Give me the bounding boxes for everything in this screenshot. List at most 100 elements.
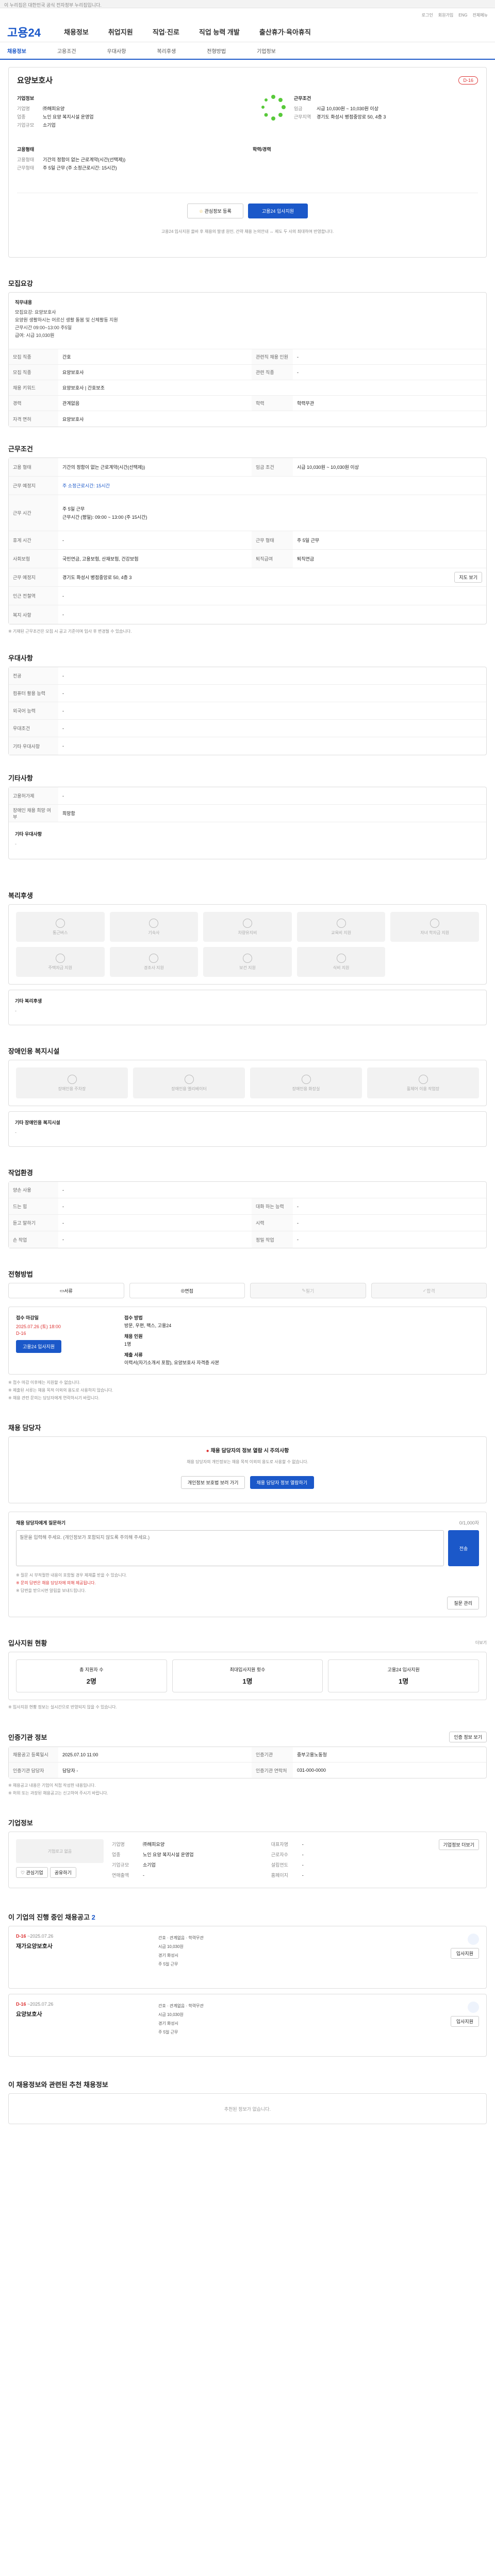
gnb-item-career[interactable]: 직업·진로 <box>153 27 179 37</box>
row-value: - <box>62 612 64 617</box>
row-value: 퇴직연금 <box>297 556 315 562</box>
job-card[interactable]: D-16 ~2025.07.26 요양보호사 간호 · 관계없음 · 학력무관 … <box>8 1994 487 2057</box>
login-link[interactable]: 로그인 <box>422 12 433 18</box>
job-card-apply-button[interactable]: 입사지원 <box>450 1948 479 1959</box>
company-like-button[interactable]: ♡ 관심기업 <box>16 1867 48 1878</box>
site-logo[interactable]: 고용24 <box>7 24 64 40</box>
job-card-title[interactable]: 요양보호사 <box>16 2010 150 2018</box>
all-menu-link[interactable]: 전체메뉴 <box>473 12 488 18</box>
company-share-button[interactable]: 공유하기 <box>50 1867 76 1878</box>
job-card-pay: 시급 10,030원 <box>158 2012 184 2017</box>
check-icon: ✓ <box>422 1287 427 1293</box>
info-button[interactable]: 인증 정보 보기 <box>449 1732 487 1742</box>
row-value: 031-000-0000 <box>297 1768 326 1773</box>
info-table: 채용공고 등록일시 2025.07.10 11:00 인증기관 중부고용노동청 인증기… <box>8 1747 487 1778</box>
row-key: 인증기관 <box>252 1747 293 1762</box>
welfare-item: 기숙사 <box>109 912 199 942</box>
disabled-other-label: 기타 장애인용 복지시설 <box>15 1120 60 1125</box>
row-key: 근무 예정지 <box>9 477 58 495</box>
section-title-conditions: 근무조건 <box>8 445 33 453</box>
row-value: - <box>62 1204 64 1209</box>
summary-card: 요양보호사 D-16 기업정보 기업명 ㈜해피요양 업종 노인 요양 복지시설 운영… <box>8 67 487 258</box>
inquiry-textarea[interactable] <box>16 1530 444 1566</box>
process-step: ✓ 합격 <box>371 1283 487 1298</box>
process-step: ▭ 서류 <box>8 1283 124 1298</box>
view-contact-button[interactable]: 채용 담당자 정보 열람하기 <box>250 1476 315 1489</box>
process-apply-button[interactable]: 고용24 입사지원 <box>16 1340 62 1353</box>
gnb-item-support[interactable]: 취업지원 <box>108 27 133 37</box>
row-key: 복지 사항 <box>9 605 58 624</box>
apply-button[interactable]: 고용24 입사지원 <box>248 204 308 218</box>
privacy-law-button[interactable]: 개인정보 보호법 보러 가기 <box>180 1476 245 1489</box>
row-key: 모집 직종 <box>9 365 58 380</box>
stats-more-link[interactable]: 더보기 <box>475 1639 487 1647</box>
loading-spinner-icon <box>258 93 289 124</box>
disabled-other-value: - <box>15 1130 16 1135</box>
welfare-item-label: 주택자금 지원 <box>48 965 72 970</box>
gov-notice-text: 이 누리집은 대한민국 공식 전자정부 누리집입니다. <box>4 3 102 8</box>
process-steps: ▭ 서류 ◎ 면접 ✎ 필기 ✓ 합격 <box>8 1283 487 1298</box>
row-key: 기업명 <box>112 1842 125 1847</box>
restroom-icon <box>301 1074 311 1084</box>
company-info-label: 기업정보 <box>17 96 35 101</box>
welfare-other-box: 기타 복리후생 - <box>8 990 487 1025</box>
welfare-other-value: - <box>15 1008 16 1013</box>
inquiry-manage-button[interactable]: 질문 관리 <box>447 1597 479 1609</box>
row-value: - <box>297 354 299 360</box>
company-more-button[interactable]: 기업정보 더보기 <box>438 1839 479 1850</box>
disabled-item-label: 휠체어 이용 작업장 <box>406 1086 440 1091</box>
job-card-tag: 학력무관 <box>188 2004 204 2008</box>
row-value: 희망함 <box>62 811 75 816</box>
row-value: - <box>62 690 64 696</box>
welfare-item-label: 자녀 학자금 지원 <box>420 930 450 935</box>
welfare-other-label: 기타 복리후생 <box>15 998 42 1004</box>
job-card-date: ~2025.07.26 <box>27 1934 54 1939</box>
row-key: 손 작업 <box>9 1231 58 1248</box>
section-title-preference: 우대사항 <box>8 654 33 662</box>
tab-company[interactable]: 기업정보 <box>257 47 276 55</box>
welfare-item: 주택자금 지원 <box>16 947 105 977</box>
stat-label: 총 지원자 수 <box>79 1667 104 1672</box>
inquiry-send-button[interactable]: 전송 <box>448 1530 479 1566</box>
gnb-item-leave[interactable]: 출산휴가·육아휴직 <box>259 27 311 37</box>
job-card-apply-button[interactable]: 입사지원 <box>450 2016 479 2027</box>
scrap-button[interactable]: ☆ 관심정보 등록 <box>187 204 243 218</box>
section-title-contact: 채용 담당자 <box>8 1424 41 1432</box>
row-value: - <box>302 1842 304 1847</box>
inquiry-counter: 0/1,000자 <box>459 1520 479 1526</box>
gnb-item-jobs[interactable]: 채용정보 <box>64 27 89 37</box>
row-key: 시력 <box>252 1215 293 1231</box>
row-value: - <box>302 1873 304 1878</box>
tab-welfare[interactable]: 복리후생 <box>157 47 176 55</box>
work-type-key: 근무형태 <box>17 165 35 171</box>
wage-value: 시급 10,030원 ~ 10,030원 이상 <box>317 106 378 111</box>
section-title-welfare: 복리후생 <box>8 892 33 900</box>
row-value: - <box>297 1220 299 1226</box>
person-icon: ◎ <box>180 1287 185 1293</box>
row-key: 연매출액 <box>112 1873 129 1878</box>
tab-preference[interactable]: 우대사항 <box>107 47 126 55</box>
process-step-label: 서류 <box>64 1288 73 1294</box>
row-value: 경기도 화성시 병점중앙로 50, 4층 3 <box>62 575 132 580</box>
map-button[interactable]: 지도 보기 <box>454 572 482 583</box>
health-icon <box>242 953 252 963</box>
gnb-item-training[interactable]: 직업 능력 개발 <box>199 27 240 37</box>
industry-value: 노인 요양 복지시설 운영업 <box>43 114 94 120</box>
wage-key: 임금 <box>294 106 303 111</box>
process-step: ✎ 필기 <box>250 1283 366 1298</box>
global-nav: 고용24 채용정보 취업지원 직업·진로 직업 능력 개발 출산휴가·육아휴직 <box>0 22 495 42</box>
tab-process[interactable]: 전형방법 <box>207 47 226 55</box>
job-card-title[interactable]: 재가요양보호사 <box>16 1942 150 1950</box>
lang-link[interactable]: ENG <box>458 13 467 18</box>
tab-conditions[interactable]: 고용조건 <box>57 47 76 55</box>
job-card-date: ~2025.07.26 <box>27 2002 54 2007</box>
company-size-key: 기업규모 <box>17 123 35 128</box>
row-key: 홈페이지 <box>271 1873 288 1878</box>
company-logo-placeholder: 기업로고 없음 <box>16 1839 104 1863</box>
company-name-key: 기업명 <box>17 106 30 111</box>
tab-recruit[interactable]: 채용정보 <box>7 47 26 55</box>
join-link[interactable]: 회원가입 <box>438 12 453 18</box>
job-card[interactable]: D-16 ~2025.07.26 재가요양보호사 간호 · 관계없음 · 학력무… <box>8 1926 487 1989</box>
row-value: 소기업 <box>143 1862 156 1868</box>
stat-card: 총 지원자 수 2명 <box>16 1659 167 1692</box>
